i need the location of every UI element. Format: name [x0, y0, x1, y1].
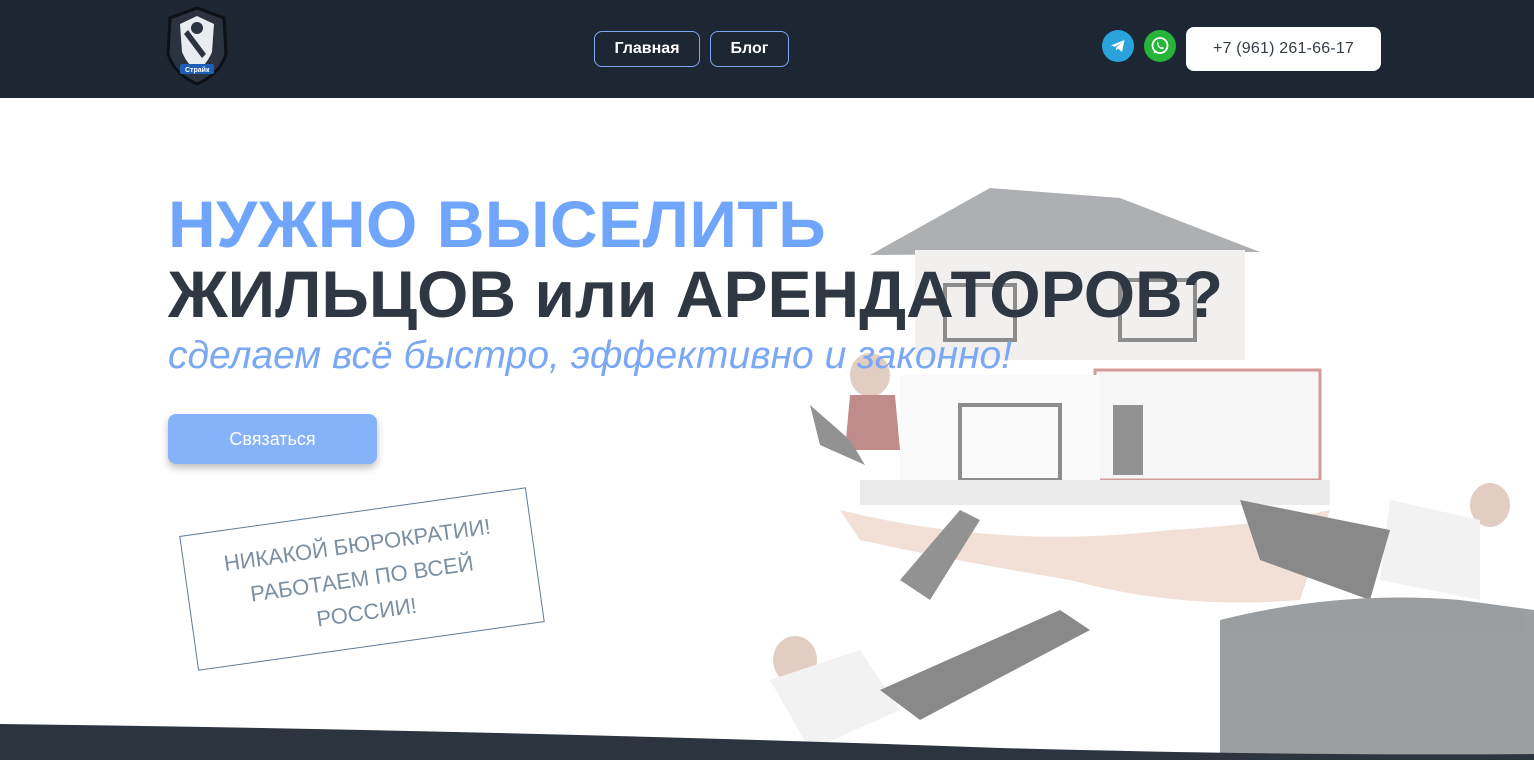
telegram-button[interactable]: [1102, 30, 1134, 62]
hero-title-line1: НУЖНО ВЫСЕЛИТЬ: [168, 187, 827, 261]
telegram-icon: [1111, 40, 1125, 52]
section-divider: [0, 724, 1534, 760]
phone-button[interactable]: +7 (961) 261-66-17: [1186, 27, 1381, 71]
logo[interactable]: Страйк: [160, 4, 234, 88]
nav-home-button[interactable]: Главная: [594, 31, 700, 67]
landing-page: Страйк Главная Блог +7 (961) 261-66-17 Н…: [0, 0, 1534, 760]
nav-blog-button[interactable]: Блог: [710, 31, 789, 67]
no-bureaucracy-stamp: НИКАКОЙ БЮРОКРАТИИ! РАБОТАЕМ ПО ВСЕЙ РОС…: [179, 487, 545, 671]
hero-subtitle: сделаем всё быстро, эффективно и законно…: [168, 334, 1013, 377]
contact-button[interactable]: Связаться: [168, 414, 377, 464]
site-header: Страйк Главная Блог +7 (961) 261-66-17: [0, 0, 1534, 98]
whatsapp-button[interactable]: [1144, 30, 1176, 62]
logo-text: Страйк: [185, 67, 210, 74]
knight-shield-logo-icon: [166, 6, 228, 86]
whatsapp-icon: [1151, 37, 1169, 54]
hero-title-line2: ЖИЛЬЦОВ или АРЕНДАТОРОВ?: [168, 257, 1224, 331]
